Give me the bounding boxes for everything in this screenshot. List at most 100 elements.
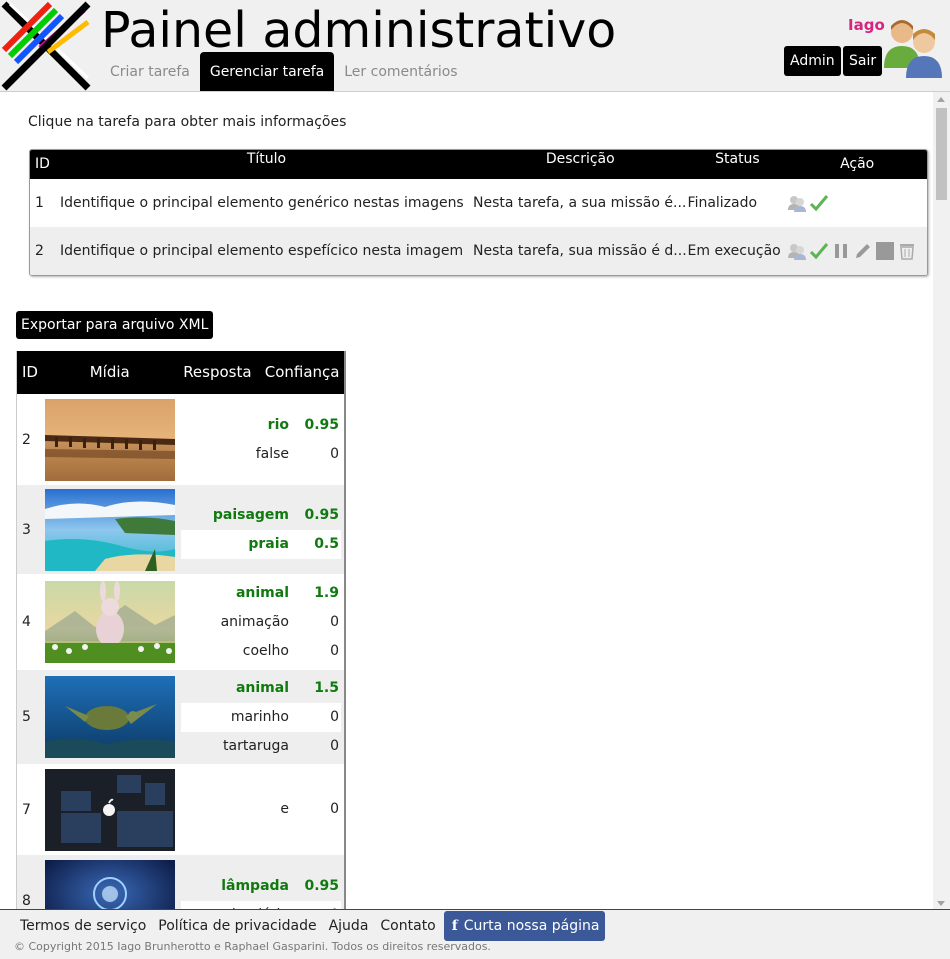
vertical-scrollbar[interactable] <box>933 92 950 910</box>
task-row[interactable]: 2 Identifique o principal elemento espef… <box>30 227 927 275</box>
terms-link[interactable]: Termos de serviço <box>14 911 152 941</box>
answer-label: animal <box>235 584 289 601</box>
col-header-id: ID <box>35 156 50 172</box>
col-header-answer: Resposta <box>183 363 252 381</box>
col-header-id: ID <box>22 363 38 381</box>
scroll-thumb[interactable] <box>936 108 947 200</box>
media-row: 8 lâmpada0.95 calendário0 <box>17 855 344 911</box>
answer-item: animal 1.5 <box>181 674 341 703</box>
answer-label: false <box>255 445 289 462</box>
task-status: Em execução <box>687 242 781 259</box>
answer-confidence: 1.5 <box>314 679 339 696</box>
export-xml-button[interactable]: Exportar para arquivo XML <box>16 311 214 339</box>
answer-item: tartaruga 0 <box>181 732 341 761</box>
answers-list: animal 1.9 animação 0 coelho 0 <box>181 579 341 666</box>
col-header-media: Mídia <box>89 363 130 381</box>
rabbit-thumbnail[interactable] <box>45 581 175 663</box>
apple-logo-thumbnail[interactable] <box>45 768 175 851</box>
media-id: 2 <box>22 431 31 448</box>
tab-gerenciar-tarefa[interactable]: Gerenciar tarefa <box>199 52 335 91</box>
answers-list: lâmpada0.95 calendário0 <box>181 872 341 911</box>
answer-item: praia 0.5 <box>181 529 341 559</box>
col-header-status: Status <box>715 151 760 167</box>
answer-confidence: 0 <box>330 801 339 817</box>
media-table-header: ID Mídia Resposta Confiança <box>17 351 344 394</box>
scroll-up-icon[interactable] <box>937 97 945 102</box>
users-icon[interactable] <box>787 241 807 261</box>
task-actions <box>787 241 927 261</box>
answer-item: rio 0.95 <box>181 411 341 440</box>
bridge-thumbnail[interactable] <box>45 398 175 481</box>
media-table: ID Mídia Resposta Confiança 2 rio 0.95 fa… <box>16 351 346 911</box>
media-id: 5 <box>22 709 31 725</box>
answer-confidence: 0 <box>330 708 339 725</box>
col-header-confidence: Confiança <box>264 363 340 381</box>
answer-label: praia <box>248 535 289 552</box>
col-header-action: Ação <box>840 156 875 172</box>
answers-list: animal 1.5 marinho 0 tartaruga 0 <box>181 674 341 761</box>
answer-label: paisagem <box>212 506 289 523</box>
answer-item: lâmpada 0.95 <box>181 872 341 901</box>
answer-label: lâmpada <box>221 877 289 894</box>
scroll-down-icon[interactable] <box>937 901 945 906</box>
answer-label: coelho <box>242 642 289 659</box>
answer-label: e <box>280 801 289 817</box>
users-avatar-icon[interactable] <box>882 16 946 78</box>
answer-item: e0 <box>181 795 341 824</box>
answer-confidence: 0 <box>330 445 339 462</box>
beach-thumbnail[interactable] <box>45 488 175 571</box>
contact-link[interactable]: Contato <box>374 911 441 941</box>
help-link[interactable]: Ajuda <box>323 911 375 941</box>
col-header-title: Título <box>246 151 287 167</box>
users-icon[interactable] <box>787 193 807 213</box>
task-title[interactable]: Identifique o principal elemento genéric… <box>60 194 473 213</box>
answer-confidence: 1.9 <box>314 584 339 601</box>
media-id: 8 <box>22 892 31 909</box>
lamp-thumbnail[interactable] <box>45 859 175 912</box>
answer-label: animação <box>220 613 289 630</box>
answer-confidence: 0 <box>330 642 339 659</box>
privacy-link[interactable]: Política de privacidade <box>152 911 322 941</box>
task-actions <box>787 193 927 213</box>
answer-item: false 0 <box>181 440 341 469</box>
answer-item: animal 1.9 <box>181 579 341 608</box>
check-icon[interactable] <box>809 193 829 213</box>
header: Painel administrativo Criar tarefa Geren… <box>0 0 950 92</box>
edit-pencil-icon[interactable] <box>853 241 873 261</box>
task-description: Nesta tarefa, sua missão é d... <box>473 242 687 259</box>
stop-icon[interactable] <box>875 241 895 261</box>
admin-button[interactable]: Admin <box>784 46 841 76</box>
trash-icon[interactable] <box>897 241 917 261</box>
answer-label: rio <box>267 416 289 433</box>
tab-criar-tarefa[interactable]: Criar tarefa <box>100 52 200 91</box>
tasks-table: ID Título Descrição Status Ação 1 Identi… <box>29 149 928 276</box>
check-icon[interactable] <box>809 241 829 261</box>
answer-confidence: 0 <box>330 737 339 754</box>
app-logo[interactable] <box>0 0 92 92</box>
media-id: 4 <box>22 614 31 630</box>
media-row: 7 e0 <box>17 764 344 855</box>
facebook-icon: f <box>451 918 458 934</box>
task-row[interactable]: 1 Identifique o principal elemento genér… <box>30 179 927 227</box>
user-name[interactable]: Iago <box>848 16 885 34</box>
logout-button[interactable]: Sair <box>843 46 883 76</box>
tab-ler-comentarios[interactable]: Ler comentários <box>334 52 467 91</box>
task-status: Finalizado <box>687 194 758 211</box>
footer: Termos de serviço Política de privacidad… <box>0 909 950 959</box>
answers-list: paisagem 0.95 praia 0.5 <box>181 501 341 559</box>
turtle-thumbnail[interactable] <box>45 676 175 758</box>
answers-list: rio 0.95 false 0 <box>181 411 341 469</box>
task-title[interactable]: Identifique o principal elemento espefíc… <box>60 242 473 261</box>
tasks-table-header: ID Título Descrição Status Ação <box>30 150 927 179</box>
media-id: 7 <box>22 801 31 818</box>
answer-confidence: 0.95 <box>304 416 339 433</box>
answer-confidence: 0.5 <box>314 535 339 552</box>
facebook-like-button[interactable]: f Curta nossa página <box>443 911 606 941</box>
answers-list: e0 <box>181 795 341 824</box>
col-header-description: Descrição <box>545 151 615 167</box>
media-id: 3 <box>22 521 31 538</box>
pause-icon[interactable] <box>831 241 851 261</box>
media-row: 5 animal 1.5 marinho 0 tartaruga 0 <box>17 670 344 764</box>
answer-item: animação 0 <box>181 608 341 637</box>
answer-item: coelho 0 <box>181 637 341 666</box>
